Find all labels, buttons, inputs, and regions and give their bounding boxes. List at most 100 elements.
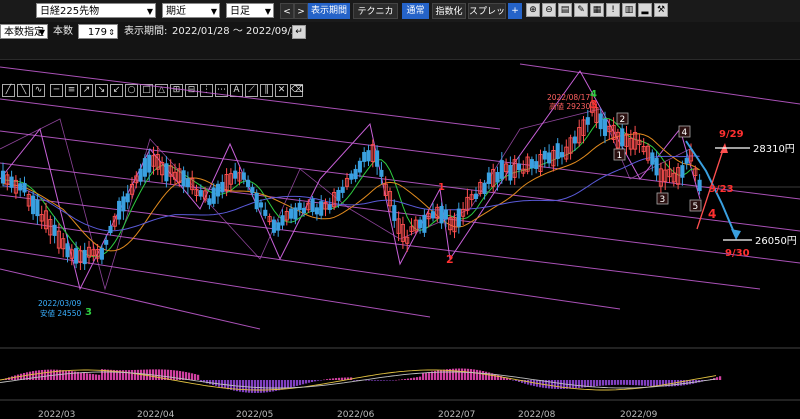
candle-body [529,159,534,169]
wrench-icon[interactable]: ⚒ [654,3,668,17]
chevron-down-icon: ▼ [264,7,271,16]
candle-body [499,160,504,179]
return-icon[interactable]: ↵ [292,25,306,39]
histogram-bar [443,369,446,380]
histogram-bar [368,380,371,381]
date-label-930: 9/30 [725,248,750,259]
histogram-bar [158,369,161,380]
timeframe-select[interactable]: 日足 ▼ [226,3,274,18]
histogram-bar [251,380,254,393]
histogram-bar [380,380,383,381]
candle-body [293,207,298,220]
candle-body [555,143,560,159]
contract-value: 期近 [166,6,186,17]
count-value: 179 [87,27,107,38]
channel-line [0,194,761,290]
candle-body [74,248,79,264]
candle-body [422,214,427,233]
price-chart[interactable]: 2022/03/09 安値 24550 3 2022/08/17 高値 2923… [0,59,800,419]
candle-body [418,219,423,229]
histogram-bar [641,380,644,386]
histogram-bar [599,380,602,386]
histogram-bar [38,370,41,380]
prev-button[interactable]: < [280,3,294,19]
symbol-select[interactable]: 日経225先物 ▼ [36,3,156,18]
histogram-bar [278,380,281,391]
histogram-bar [629,380,632,385]
histogram-bar [611,380,614,385]
histogram-bar [626,380,629,385]
histogram-bar [428,371,431,380]
info-icon[interactable]: ! [606,3,620,17]
histogram-bar [92,374,95,380]
candle-body [301,207,307,214]
wave-box-4: 4 [678,125,691,138]
candle-body [250,187,255,194]
histogram-bar [71,371,74,380]
candle-body [314,207,319,215]
candle-body [246,179,251,188]
histogram-bar [467,368,470,380]
next-button[interactable]: > [294,3,308,19]
histogram-bar [560,380,563,390]
histogram-bar [677,380,680,386]
count-mode-select[interactable]: 本数指定 ▼ [0,24,48,39]
histogram-bar [680,380,683,386]
wave-label-red-3: 3 [590,98,598,111]
drawing-toolbar: ╱ ╲ ∿ ─ ≡ ↗ ↘ ↙ ○ □ △ ⊞ ⊟ ⋮ ⋯ A ⟋ ∥ ✕ ⌫ [0,41,800,97]
histogram-bar [383,380,386,381]
histogram-bar [131,370,134,380]
histogram-bar [650,380,653,387]
candle-body [473,193,479,200]
spinner-icon: ⇕ [108,28,115,37]
target-down-label: 26050円 [755,236,797,247]
index-button[interactable]: 指数化 [432,3,466,19]
grid-icon[interactable]: ▦ [590,3,604,17]
spread-button[interactable]: スプレッド [468,3,506,33]
candle-icon[interactable]: ▥ [622,3,636,17]
wave-label-red-4: 4 [708,207,716,221]
candle-body [104,239,109,245]
histogram-bar [458,368,461,380]
chart-type-icon[interactable]: ▤ [558,3,572,17]
histogram-bar [197,374,200,380]
candle-body [147,154,152,173]
display-period-button[interactable]: 表示期間 [308,3,350,19]
pen-icon[interactable]: ✎ [574,3,588,17]
histogram-bar [155,369,158,380]
x-axis-label: 2022/03 [38,410,75,419]
histogram-bar [245,380,248,393]
candle-body [280,215,285,226]
wave-box-2: 2 [616,112,629,125]
contract-select[interactable]: 期近 ▼ [162,3,220,18]
channel-line [0,66,501,130]
zoom-out-icon[interactable]: ⊖ [542,3,556,17]
histogram-bar [635,380,638,386]
low-price-label: 安値 24550 [40,308,81,318]
histogram-bar [389,380,392,381]
histogram-bar [167,369,170,380]
period-label: 表示期間: [124,26,168,37]
x-axis-label: 2022/06 [337,410,375,419]
candle-body [684,157,689,164]
technical-button[interactable]: テクニカル [353,3,398,33]
histogram-bar [329,378,332,380]
candle-body [443,209,448,220]
histogram-bar [86,373,89,380]
add-icon[interactable]: + [508,3,522,19]
histogram-bar [446,369,449,380]
candle-body [215,183,221,197]
count-input[interactable]: 179 ⇕ [78,24,118,39]
normal-button[interactable]: 通常 [402,3,429,19]
volume-icon[interactable]: ▂ [638,3,652,17]
histogram-bar [620,380,623,385]
zoom-icon[interactable]: ⊕ [526,3,540,17]
candle-body [297,202,302,211]
candle-body [258,202,264,208]
histogram-bar [134,369,137,380]
histogram-bar [254,380,257,393]
wave-label-low-3: 3 [85,307,92,318]
histogram-bar [644,380,647,386]
candle-body [271,219,276,233]
candle-body [276,222,281,231]
